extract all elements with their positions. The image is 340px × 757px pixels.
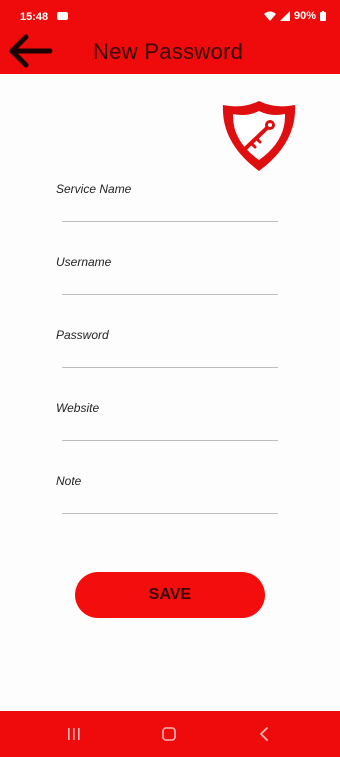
username-field: Username bbox=[56, 255, 280, 305]
arrow-left-icon bbox=[9, 34, 53, 68]
battery-level: 90% bbox=[293, 10, 316, 22]
app-bar: 15:48 90% New Password bbox=[0, 0, 340, 74]
password-input[interactable] bbox=[62, 342, 278, 366]
page-title: New Password bbox=[93, 39, 244, 64]
password-label: Password bbox=[56, 328, 109, 342]
recent-apps-icon bbox=[68, 728, 80, 740]
username-underline bbox=[62, 294, 278, 295]
note-label: Note bbox=[56, 474, 82, 488]
shield-logo bbox=[219, 99, 299, 173]
notification-icon bbox=[57, 12, 68, 20]
service-name-field: Service Name bbox=[56, 182, 280, 232]
service-name-underline bbox=[62, 221, 278, 222]
home-button[interactable] bbox=[156, 721, 182, 747]
status-icons: 90% bbox=[263, 10, 326, 22]
note-field: Note bbox=[56, 474, 280, 524]
note-underline bbox=[62, 513, 278, 514]
status-bar: 15:48 90% bbox=[0, 0, 340, 34]
signal-icon bbox=[279, 11, 290, 21]
service-name-input[interactable] bbox=[62, 196, 278, 220]
wifi-icon bbox=[263, 11, 276, 21]
password-underline bbox=[62, 367, 278, 368]
recent-apps-button[interactable] bbox=[61, 721, 87, 747]
username-label: Username bbox=[56, 255, 112, 269]
shield-key-icon bbox=[222, 101, 296, 171]
save-button[interactable]: SAVE bbox=[75, 572, 265, 618]
service-name-label: Service Name bbox=[56, 182, 132, 196]
navigation-bar bbox=[0, 711, 340, 757]
note-input[interactable] bbox=[62, 488, 278, 512]
battery-icon bbox=[320, 11, 326, 21]
back-button[interactable] bbox=[8, 33, 54, 69]
username-input[interactable] bbox=[62, 269, 278, 293]
website-field: Website bbox=[56, 401, 280, 451]
website-underline bbox=[62, 440, 278, 441]
system-back-button[interactable] bbox=[251, 721, 277, 747]
website-label: Website bbox=[56, 401, 100, 415]
back-icon bbox=[259, 727, 268, 741]
home-icon bbox=[162, 727, 176, 741]
status-time: 15:48 bbox=[20, 11, 49, 23]
website-input[interactable] bbox=[62, 415, 278, 439]
password-field: Password bbox=[56, 328, 280, 378]
